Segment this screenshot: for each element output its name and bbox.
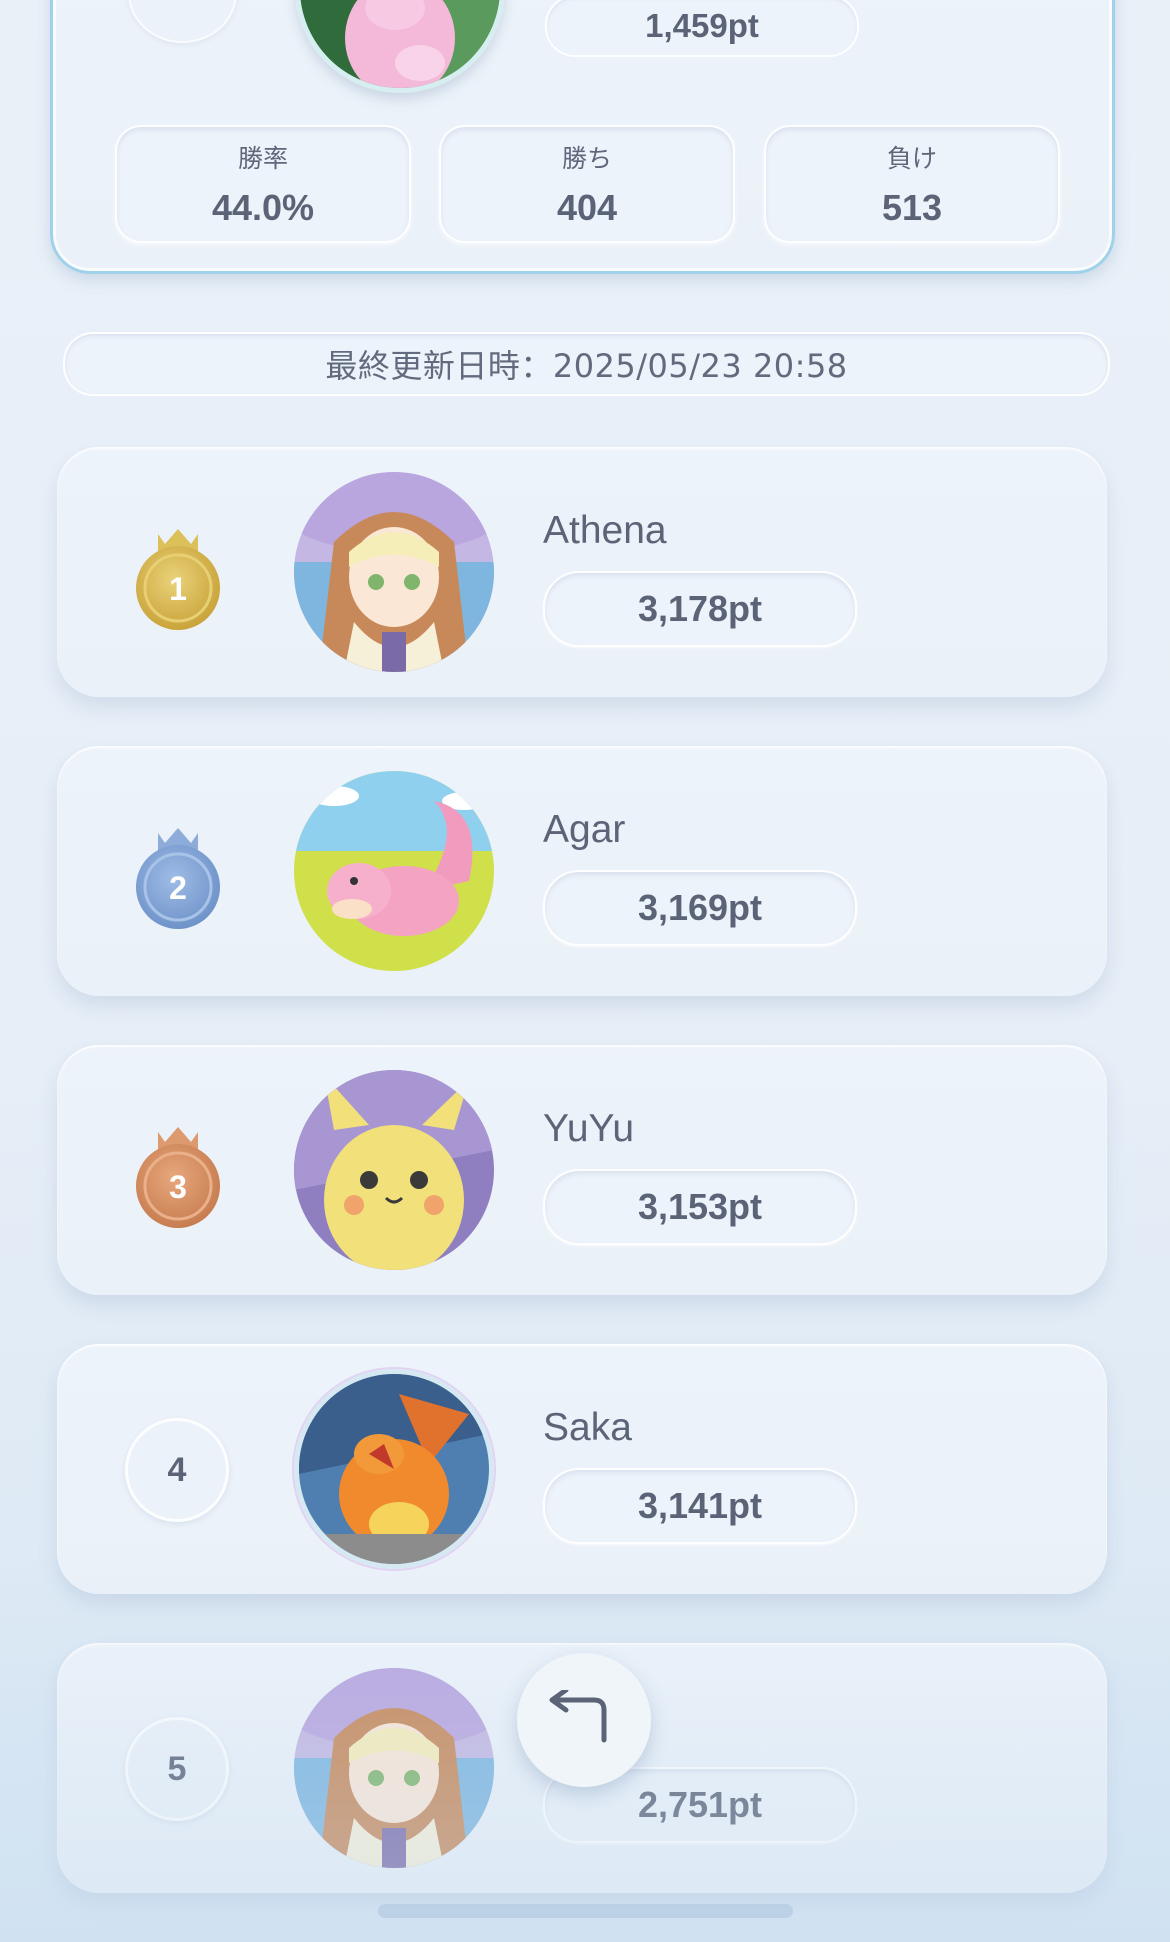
- wins-value: 404: [556, 187, 618, 228]
- player-avatar: [294, 1070, 494, 1270]
- player-avatar: [294, 1668, 494, 1868]
- losses-box: 負け 513: [764, 125, 1060, 243]
- player-score: 3,141pt: [543, 1468, 857, 1544]
- player-name: Athena: [543, 509, 667, 552]
- win-rate-box: 勝率 44.0%: [115, 125, 411, 243]
- player-name: YuYu: [543, 1107, 635, 1150]
- player-name: Saka: [543, 1406, 632, 1449]
- player-score: 3,178pt: [543, 571, 857, 647]
- back-button[interactable]: [517, 1653, 651, 1787]
- rank-number: 4: [125, 1418, 229, 1522]
- bronze-crown-medal-icon: 3: [136, 1127, 220, 1228]
- ranking-row-3[interactable]: 3 YuYu 3,153pt: [57, 1045, 1107, 1295]
- wins-label: 勝ち: [561, 144, 612, 173]
- player-avatar: [294, 472, 494, 672]
- gold-crown-medal-icon: 1: [136, 529, 220, 630]
- player-score: 3,153pt: [543, 1169, 857, 1245]
- rank-number: 1: [169, 571, 187, 607]
- rank-number: 3: [169, 1169, 187, 1205]
- rank-number: 5: [125, 1717, 229, 1821]
- ranking-row-1[interactable]: 1 Athena 3,178pt: [57, 447, 1107, 697]
- player-score: 3,169pt: [543, 870, 857, 946]
- losses-value: 513: [881, 187, 943, 228]
- player-avatar: [294, 771, 494, 971]
- player-avatar: [294, 1369, 494, 1569]
- my-rank-card: 1,459pt 勝率 44.0% 勝ち 404 負け 513: [50, 0, 1115, 274]
- win-rate-label: 勝率: [237, 144, 288, 173]
- losses-label: 負け: [886, 144, 937, 173]
- rank-number: 2: [169, 870, 187, 906]
- win-rate-value: 44.0%: [211, 187, 315, 228]
- ranking-row-2[interactable]: 2 Agar 3,169pt: [57, 746, 1107, 996]
- my-avatar: [295, 0, 505, 93]
- wins-box: 勝ち 404: [439, 125, 735, 243]
- ranking-row-4[interactable]: 4 Saka 3,141pt: [57, 1344, 1107, 1594]
- player-name: Agar: [543, 808, 626, 851]
- blue-crown-medal-icon: 2: [136, 828, 220, 929]
- last-updated-bar: 最終更新日時：2025/05/23 20:58: [63, 332, 1110, 396]
- my-score: 1,459pt: [545, 0, 859, 57]
- return-arrow-icon: [549, 1690, 607, 1743]
- my-rank-circle: [128, 0, 237, 43]
- home-indicator[interactable]: [378, 1904, 793, 1918]
